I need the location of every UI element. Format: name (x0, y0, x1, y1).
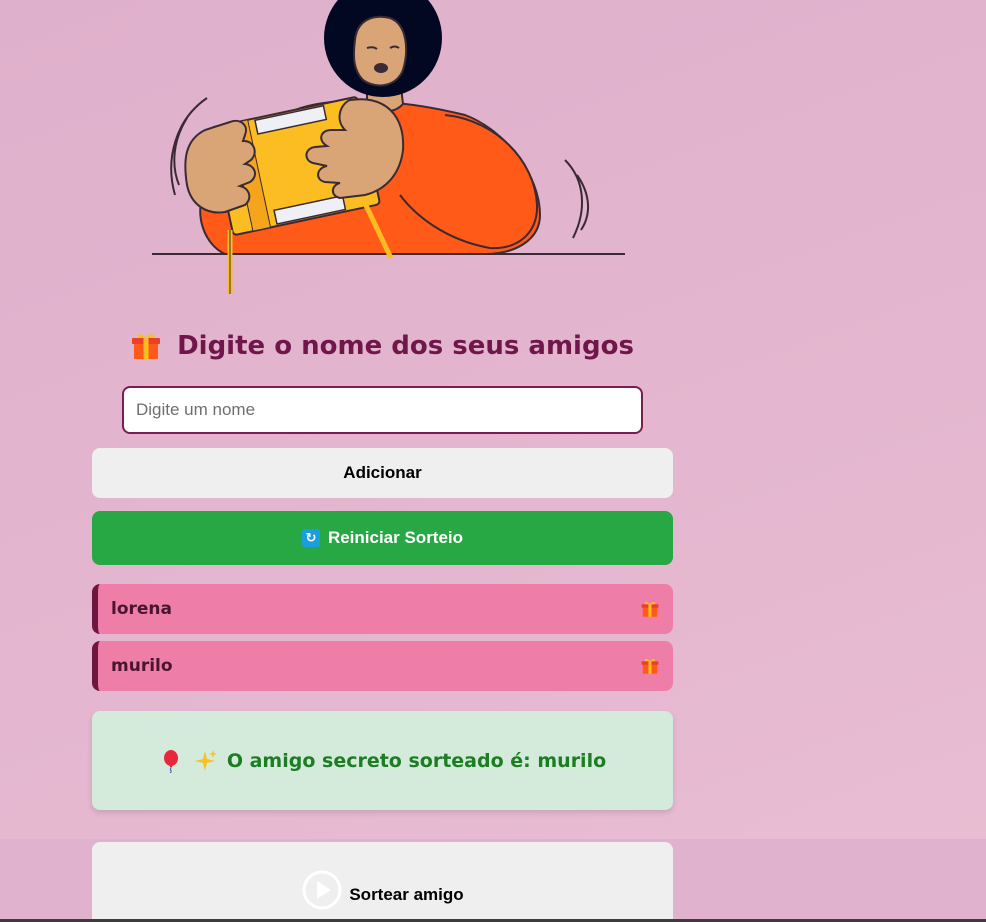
reset-draw-button[interactable]: ↻ Reiniciar Sorteio (92, 511, 673, 565)
reset-button-label: Reiniciar Sorteio (327, 528, 464, 547)
page-title: Digite o nome dos seus amigos (92, 326, 673, 366)
gift-icon (132, 334, 161, 359)
gift-icon (641, 658, 659, 674)
add-button-label: Adicionar (343, 463, 422, 482)
add-button[interactable]: Adicionar (92, 448, 673, 498)
refresh-icon: ↻ (301, 529, 320, 547)
friend-name: murilo (111, 656, 173, 676)
result-box: O amigo secreto sorteado é: murilo (92, 711, 673, 810)
list-item: murilo (92, 641, 673, 691)
sparkles-icon (194, 749, 217, 771)
list-item: lorena (92, 584, 673, 634)
draw-button-label: Sortear amigo (349, 885, 464, 904)
friend-name: lorena (111, 599, 172, 619)
gift-icon (641, 601, 659, 617)
play-circle-icon (302, 870, 342, 910)
title-text: Digite o nome dos seus amigos (177, 331, 634, 361)
hero-illustration (152, 0, 625, 294)
balloon-icon (163, 749, 178, 773)
draw-friend-button[interactable]: Sortear amigo (92, 842, 673, 919)
name-input[interactable] (122, 386, 643, 434)
result-text: O amigo secreto sorteado é: murilo (226, 749, 607, 772)
